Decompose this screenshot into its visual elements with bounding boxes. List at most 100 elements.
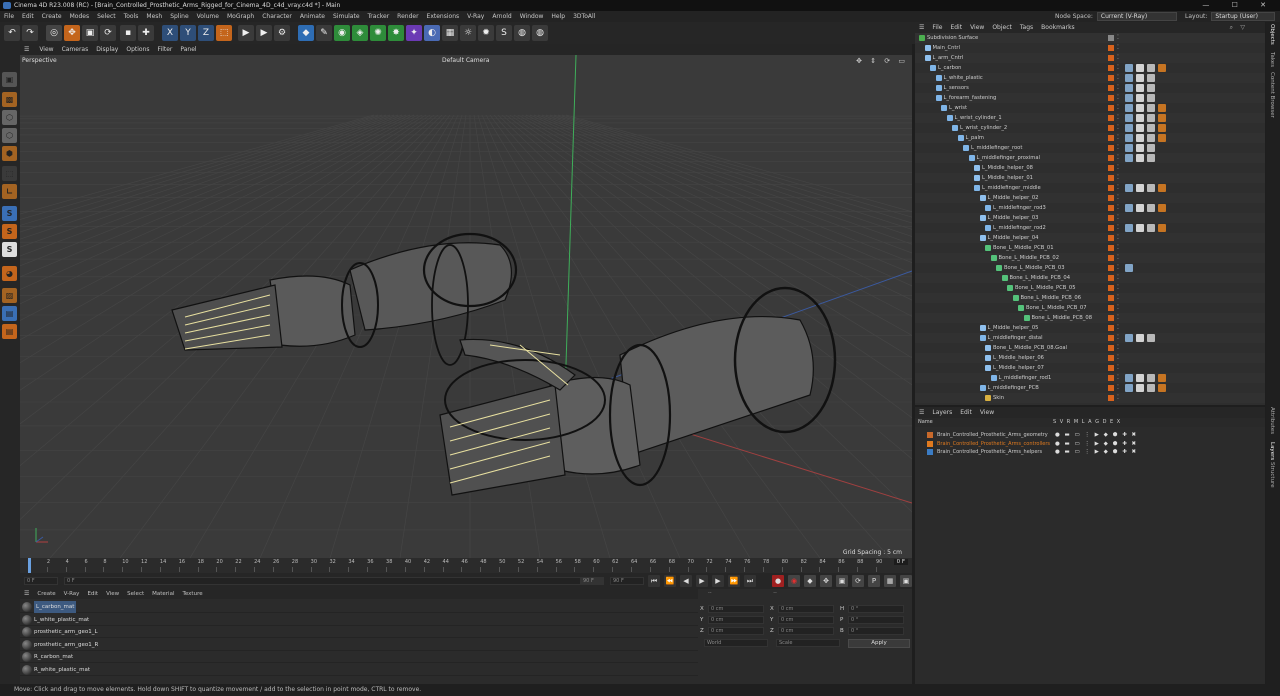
live-select-icon[interactable]: ◎	[46, 25, 62, 41]
menu-extensions[interactable]: Extensions	[423, 11, 464, 22]
side-tab-objects[interactable]: Objects	[1269, 24, 1275, 45]
object-row[interactable]: L_Middle_helper_06 ⁚	[915, 353, 1265, 363]
visibility-dots[interactable]: ⁚	[1117, 143, 1119, 153]
visibility-dots[interactable]: ⁚	[1117, 193, 1119, 203]
next-frame-icon[interactable]: ▶	[712, 575, 724, 587]
object-row[interactable]: L_palm ⁚	[915, 133, 1265, 143]
python-icon[interactable]: ◍	[514, 25, 530, 41]
layer-flag-icons[interactable]: ● ▬ ▭ ⋮ ▶ ◆ ⬢ ✚ ✖	[1055, 431, 1138, 439]
texture-tag-icon[interactable]	[1147, 334, 1155, 342]
texture-tag-icon[interactable]	[1147, 124, 1155, 132]
visibility-dots[interactable]: ⁚	[1117, 373, 1119, 383]
layer-color-swatch[interactable]	[1108, 195, 1114, 201]
visibility-dots[interactable]: ⁚	[1117, 153, 1119, 163]
visibility-dots[interactable]: ⁚	[1117, 303, 1119, 313]
layer-color-swatch[interactable]	[1108, 335, 1114, 341]
recent-tools-icon[interactable]: ▪	[120, 25, 136, 41]
timeline-ruler[interactable]: 0246810121416182022242628303234363840424…	[20, 558, 912, 573]
object-row[interactable]: L_wrist_cylinder_1 ⁚	[915, 113, 1265, 123]
material-row[interactable]: prosthetic_arm_geo1_L	[20, 626, 698, 638]
material-tag-icon[interactable]	[1136, 74, 1144, 82]
object-menu-view[interactable]: View	[966, 24, 988, 31]
uv-mode-icon[interactable]: ⬚	[2, 166, 17, 181]
side-tab-attributes[interactable]: Attributes	[1269, 407, 1275, 434]
layer-icon[interactable]: ▤	[2, 306, 17, 321]
vray-tag-icon[interactable]	[1125, 154, 1133, 162]
visibility-dots[interactable]: ⁚	[1117, 123, 1119, 133]
menu-select[interactable]: Select	[93, 11, 120, 22]
layer-color-swatch[interactable]	[1108, 245, 1114, 251]
object-row[interactable]: L_wrist_cylinder_2 ⁚	[915, 123, 1265, 133]
pen-icon[interactable]: ✎	[316, 25, 332, 41]
object-menu-file[interactable]: File	[928, 24, 946, 31]
layer-row[interactable]: Brain_Controlled_Prosthetic_Arms_helpers…	[915, 448, 1265, 456]
texture-tag-icon[interactable]	[1147, 64, 1155, 72]
material-menu-edit[interactable]: Edit	[83, 591, 102, 597]
object-menu-object[interactable]: Object	[988, 24, 1016, 31]
apply-button[interactable]: Apply	[848, 639, 910, 648]
x-axis-icon[interactable]: X	[162, 25, 178, 41]
y-axis-icon[interactable]: Y	[180, 25, 196, 41]
material-tag-icon[interactable]	[1136, 94, 1144, 102]
layer-color-swatch[interactable]	[1108, 145, 1114, 151]
hamburger-icon[interactable]: ☰	[20, 590, 33, 597]
soft-select-icon[interactable]: S	[2, 224, 17, 239]
material-tag-icon[interactable]	[1136, 124, 1144, 132]
vray-tag-icon[interactable]	[1125, 224, 1133, 232]
visibility-dots[interactable]: ⁚	[1117, 113, 1119, 123]
visibility-dots[interactable]: ⁚	[1117, 33, 1119, 43]
layer-color-swatch[interactable]	[1108, 205, 1114, 211]
material-row[interactable]: L_white_plastic_mat	[20, 613, 698, 626]
polygons-mode-icon[interactable]: ⬢	[2, 146, 17, 161]
object-row[interactable]: Bone_L_Middle_PCB_06 ⁚	[915, 293, 1265, 303]
texture-tag-icon[interactable]	[1147, 204, 1155, 212]
filter-icon[interactable]: ▽	[1236, 22, 1249, 33]
bulb-icon[interactable]: ✹	[478, 25, 494, 41]
deformer-icon[interactable]: ✺	[370, 25, 386, 41]
visibility-dots[interactable]: ⁚	[1117, 163, 1119, 173]
side-tab-layers[interactable]: Layers	[1269, 442, 1275, 460]
texture-tag-icon[interactable]	[1147, 84, 1155, 92]
visibility-dots[interactable]: ⁚	[1117, 293, 1119, 303]
material-row[interactable]: R_white_plastic_mat	[20, 663, 698, 676]
viewport-menu-display[interactable]: Display	[92, 46, 122, 53]
visibility-dots[interactable]: ⁚	[1117, 203, 1119, 213]
layer-color-swatch[interactable]	[1108, 275, 1114, 281]
material-tag-icon[interactable]	[1136, 154, 1144, 162]
pos-key-icon[interactable]: ✥	[820, 575, 832, 587]
texture-tag-icon[interactable]	[1147, 384, 1155, 392]
visibility-dots[interactable]: ⁚	[1117, 353, 1119, 363]
object-row[interactable]: L_forearm_fastening ⁚	[915, 93, 1265, 103]
object-row[interactable]: L_middlefinger_PCB ⁚	[915, 383, 1265, 393]
search-icon[interactable]: ⌕	[1226, 22, 1237, 33]
render-settings-icon[interactable]: ⚙	[274, 25, 290, 41]
visibility-dots[interactable]: ⁚	[1117, 53, 1119, 63]
menu-animate[interactable]: Animate	[296, 11, 329, 22]
array-icon[interactable]: ◈	[352, 25, 368, 41]
object-row[interactable]: L_middlefinger_rod1 ⁚	[915, 373, 1265, 383]
motion-icon[interactable]: ▣	[900, 575, 912, 587]
material-menu-view[interactable]: View	[102, 591, 123, 597]
edges-mode-icon[interactable]: ⬡	[2, 128, 17, 143]
scale-icon[interactable]: ▣	[82, 25, 98, 41]
hamburger-icon[interactable]: ☰	[915, 409, 928, 416]
object-row[interactable]: Bone_L_Middle_PCB_08 ⁚	[915, 313, 1265, 323]
material-tag-icon[interactable]	[1136, 144, 1144, 152]
object-row[interactable]: L_middlefinger_rod3 ⁚	[915, 203, 1265, 213]
layer-color-swatch[interactable]	[1108, 345, 1114, 351]
menu-file[interactable]: File	[0, 11, 18, 22]
visibility-dots[interactable]: ⁚	[1117, 73, 1119, 83]
layer-color-swatch[interactable]	[1108, 295, 1114, 301]
layer-color-swatch[interactable]	[1108, 225, 1114, 231]
object-row[interactable]: L_middlefinger_rod2 ⁚	[915, 223, 1265, 233]
snap-icon[interactable]: S	[2, 206, 17, 221]
menu-simulate[interactable]: Simulate	[329, 11, 364, 22]
object-row[interactable]: L_arm_Cntrl ⁚	[915, 53, 1265, 63]
material-row[interactable]: L_carbon_mat	[20, 601, 698, 613]
material-tag-icon[interactable]	[1136, 104, 1144, 112]
material-row[interactable]: prosthetic_arm_geo1_R	[20, 638, 698, 651]
material-menu-select[interactable]: Select	[123, 591, 148, 597]
material-tag-icon[interactable]	[1136, 114, 1144, 122]
scene-icon[interactable]: ✸	[388, 25, 404, 41]
node-space-select[interactable]: Current (V-Ray)	[1096, 12, 1177, 21]
